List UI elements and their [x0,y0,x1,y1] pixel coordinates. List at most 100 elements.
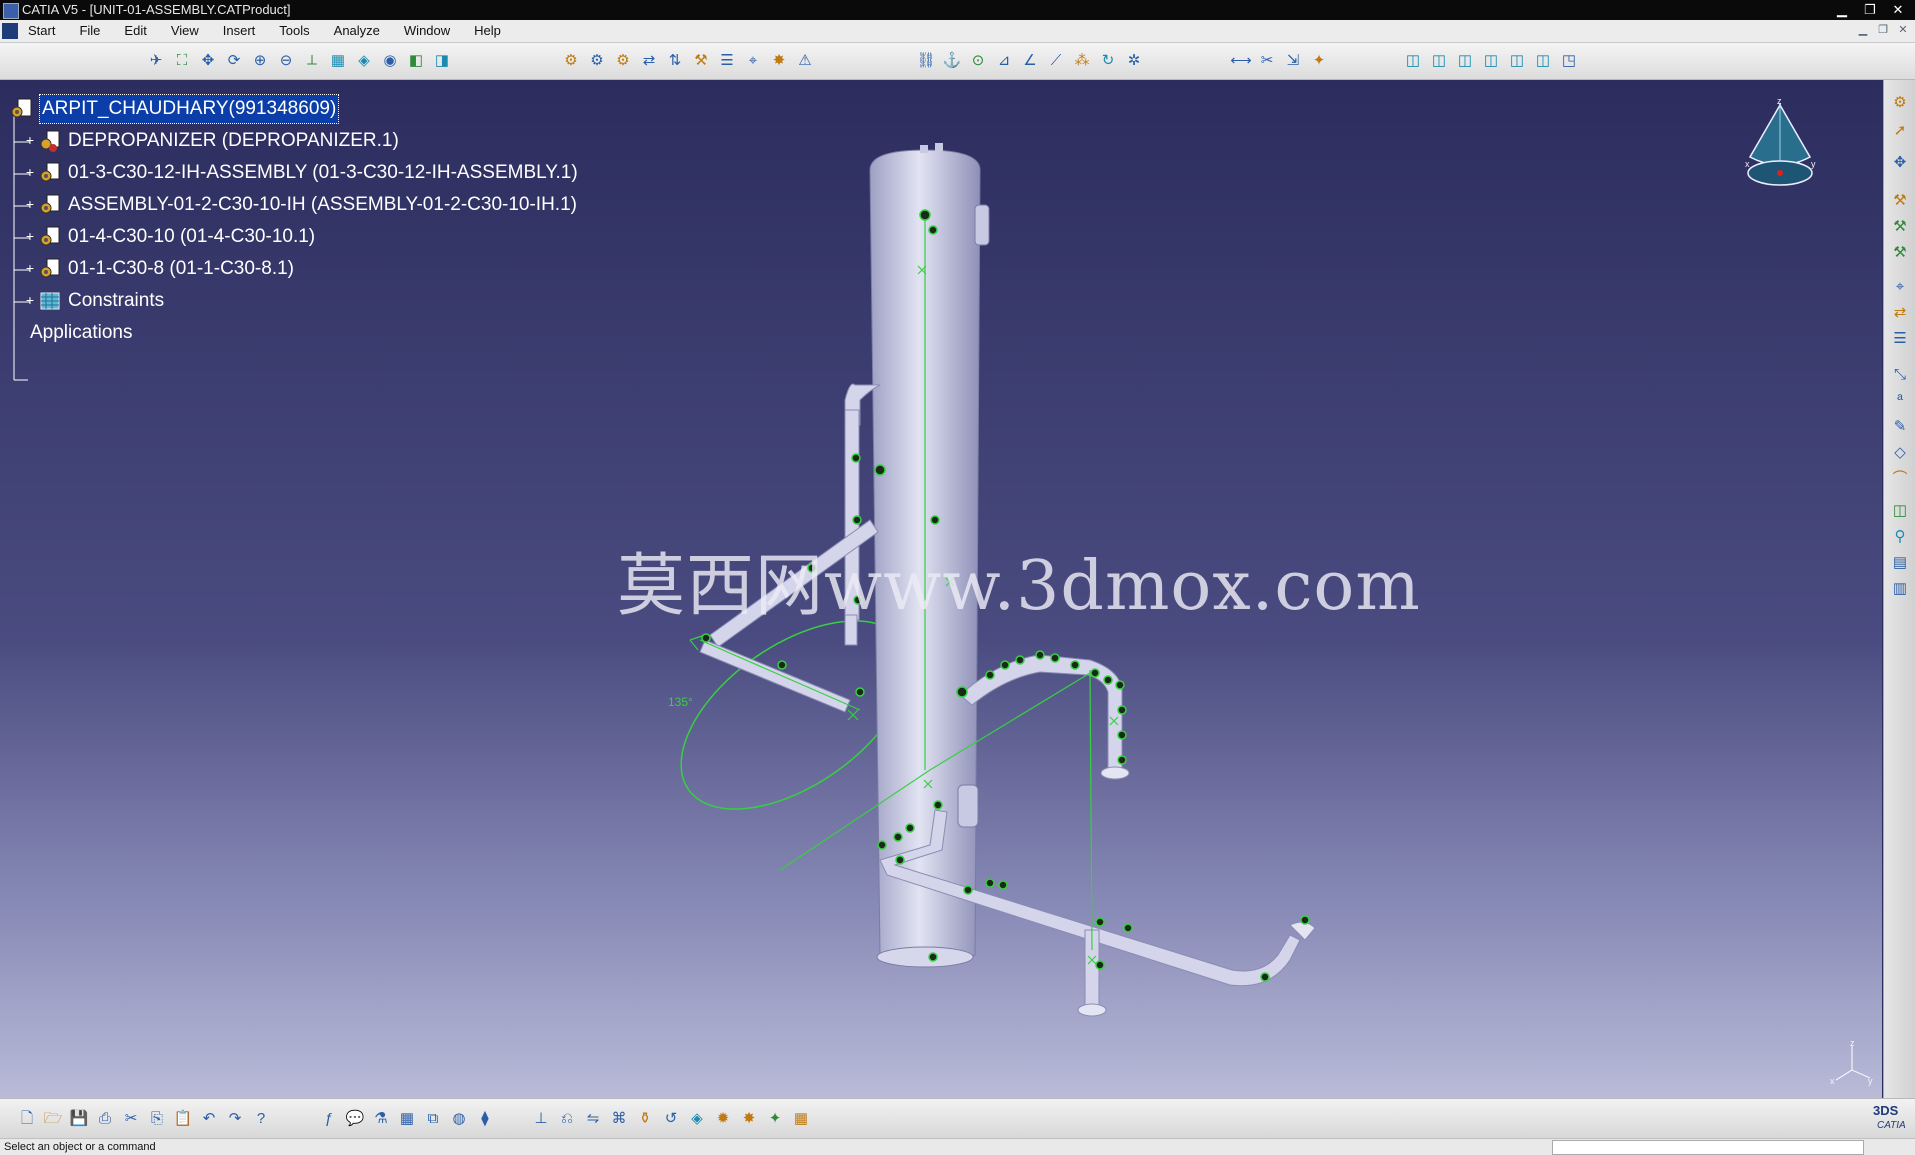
doc-restore-button[interactable]: ❐ [1875,22,1891,38]
undo-icon[interactable]: ↶ [198,1108,220,1130]
iso-view-icon[interactable]: ◈ [353,50,375,72]
paste-icon[interactable]: 📋 [172,1108,194,1130]
grid-icon[interactable]: ▦ [790,1108,812,1130]
doc-minimize-button[interactable]: ▁ [1855,22,1871,38]
light2-icon[interactable]: ✸ [738,1108,760,1130]
save-icon[interactable]: 💾 [68,1108,90,1130]
pipe-icon[interactable]: ⌒ [1889,468,1911,490]
bolt-icon[interactable]: ⚲ [1889,526,1911,548]
reorder-icon[interactable]: ⇅ [664,50,686,72]
select-icon[interactable]: ➚ [1889,120,1911,142]
manipulate-icon[interactable]: ☰ [716,50,738,72]
light3-icon[interactable]: ✦ [764,1108,786,1130]
light-icon[interactable]: ✹ [712,1108,734,1130]
fix-icon[interactable]: ⚓ [941,50,963,72]
close-button[interactable]: ✕ [1887,0,1909,20]
bottom-view-icon[interactable]: ◫ [1532,50,1554,72]
scene-icon[interactable]: ⎌ [556,1108,578,1130]
fit-all-icon[interactable]: ⛶ [171,50,193,72]
iso-icon[interactable]: ◳ [1558,50,1580,72]
clash-icon[interactable]: ⚠ [794,50,816,72]
component-icon[interactable]: ⚒ [1889,216,1911,238]
pipe-right-loop[interactable] [959,654,1130,780]
open-icon[interactable]: 🗁 [42,1108,64,1130]
fly-mode-icon[interactable]: ✈ [145,50,167,72]
multi-view-icon[interactable]: ▦ [327,50,349,72]
constraint-icon[interactable]: ⛓ [915,50,937,72]
sheet-icon[interactable]: ☰ [1889,328,1911,350]
menu-help[interactable]: Help [472,20,513,42]
3d-compass-icon[interactable]: z x y [1735,95,1825,215]
snap-icon[interactable]: ⌖ [742,50,764,72]
catia-app-icon[interactable] [3,3,19,19]
measure-icon[interactable]: ⟷ [1230,50,1252,72]
angle-icon[interactable]: ∠ [1019,50,1041,72]
cut-icon[interactable]: ✂ [120,1108,142,1130]
replace-icon[interactable]: ⇄ [638,50,660,72]
material-icon[interactable]: ◍ [448,1108,470,1130]
restore-button[interactable]: ❐ [1859,0,1881,20]
pan-icon[interactable]: ✥ [197,50,219,72]
graph-icon[interactable]: ⚒ [690,50,712,72]
shading-icon[interactable]: ◉ [379,50,401,72]
product-icon[interactable]: ⚙ [612,50,634,72]
assembly-icon[interactable]: ⚙ [586,50,608,72]
hide-show-icon[interactable]: ◧ [405,50,427,72]
comment-icon[interactable]: 💬 [344,1108,366,1130]
catalog-icon[interactable]: ⚙ [560,50,582,72]
doc-close-button[interactable]: ✕ [1895,22,1911,38]
reuse-pattern-icon[interactable]: ⁂ [1071,50,1093,72]
new-icon[interactable]: 🗋 [16,1108,38,1130]
angle-constraint-label[interactable]: 135° [668,695,693,709]
print-icon[interactable]: ⎙ [94,1108,116,1130]
flexible-icon[interactable]: ✲ [1123,50,1145,72]
xyz-icon[interactable]: ⤡ [1889,364,1911,386]
box-icon[interactable]: ◫ [1889,500,1911,522]
bookmark-icon[interactable]: ▤ [1889,552,1911,574]
menu-window[interactable]: Window [402,20,462,42]
back-view-icon[interactable]: ◫ [1428,50,1450,72]
copy-icon[interactable]: ⎘ [146,1108,168,1130]
zoom-in-icon[interactable]: ⊕ [249,50,271,72]
sections-icon[interactable]: ⇋ [582,1108,604,1130]
clash-detect-icon[interactable]: ✦ [1308,50,1330,72]
cube-icon[interactable]: ◇ [1889,442,1911,464]
front-view-icon[interactable]: ◫ [1402,50,1424,72]
redo-icon[interactable]: ↷ [224,1108,246,1130]
left-view-icon[interactable]: ◫ [1454,50,1476,72]
plane-icon[interactable]: ↺ [660,1108,682,1130]
move-icon[interactable]: ✥ [1889,152,1911,174]
whats-this-icon[interactable]: ? [250,1108,272,1130]
gear-icon[interactable]: ⚙ [1889,92,1911,114]
snap2-icon[interactable]: ⌖ [1889,276,1911,298]
command-input[interactable] [1552,1140,1864,1155]
swap-space-icon[interactable]: ◨ [431,50,453,72]
graph-tree-icon[interactable]: ⧉ [422,1108,444,1130]
minimize-button[interactable]: ▁ [1831,0,1853,20]
component2-icon[interactable]: ⚒ [1889,242,1911,264]
top-view-icon[interactable]: ◫ [1506,50,1528,72]
menu-file[interactable]: File [77,20,112,42]
drawing-icon[interactable]: ✎ [1889,416,1911,438]
right-view-icon[interactable]: ◫ [1480,50,1502,72]
explode-icon[interactable]: ✸ [768,50,790,72]
applied-icon[interactable]: ⧫ [474,1108,496,1130]
tools-icon[interactable]: ⚗ [370,1108,392,1130]
update-icon[interactable]: ↻ [1097,50,1119,72]
catalog-browser-icon[interactable]: ⚱ [634,1108,656,1130]
section-icon[interactable]: ✂ [1256,50,1278,72]
3d-viewport[interactable]: ARPIT_CHAUDHARY(991348609) + DEPROPANIZE… [0,80,1882,1098]
menu-edit[interactable]: Edit [122,20,158,42]
annotation-icon[interactable]: ⌘ [608,1108,630,1130]
formula-icon[interactable]: ƒ [318,1108,340,1130]
menu-tools[interactable]: Tools [277,20,321,42]
contact-icon[interactable]: ⊙ [967,50,989,72]
normal-view-icon[interactable]: ⟂ [301,50,323,72]
menu-analyze[interactable]: Analyze [332,20,392,42]
menu-start[interactable]: Start [26,20,67,42]
abc-icon[interactable]: ª [1889,390,1911,412]
render-icon[interactable]: ◈ [686,1108,708,1130]
move2-icon[interactable]: ⇄ [1889,302,1911,324]
zoom-out-icon[interactable]: ⊖ [275,50,297,72]
coincidence-icon[interactable]: ⟋ [1045,50,1067,72]
